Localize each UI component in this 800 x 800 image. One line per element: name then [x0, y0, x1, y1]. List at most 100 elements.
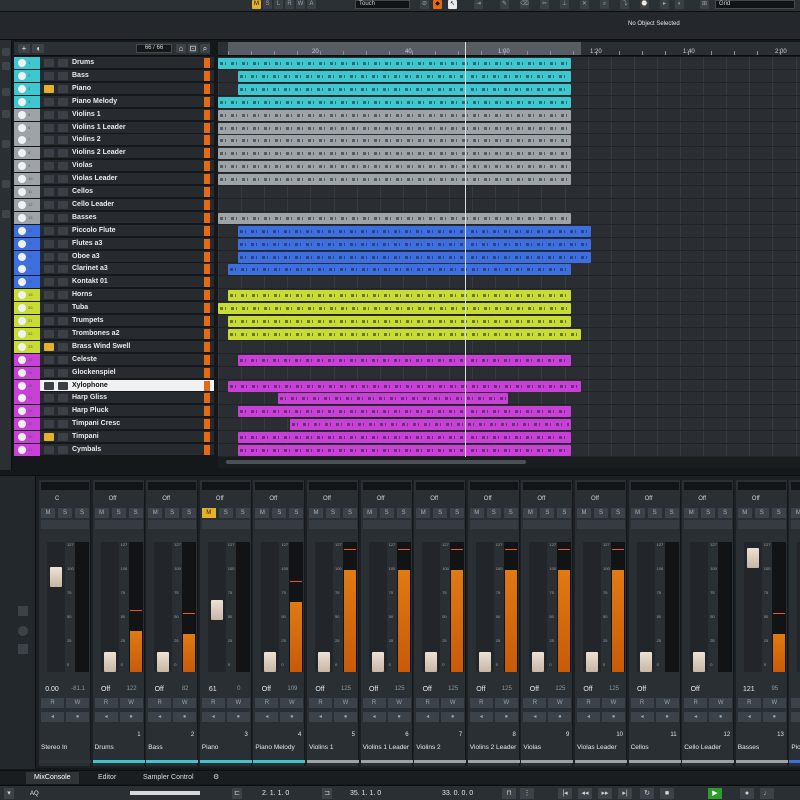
channel-name[interactable]: Violins 1 Leader	[361, 742, 413, 762]
channel-name[interactable]: Stereo In	[39, 742, 91, 762]
track-row[interactable]: 19 Horns	[14, 289, 214, 302]
solo-button[interactable]	[58, 433, 68, 442]
read-button[interactable]: R	[630, 698, 654, 708]
volume-value[interactable]: Off	[470, 686, 492, 693]
pan-value[interactable]: 125	[603, 686, 625, 692]
fader-track[interactable]	[207, 542, 226, 672]
write-button[interactable]: W	[709, 698, 733, 708]
mute-button[interactable]: M	[41, 508, 55, 518]
channel-input-slot[interactable]	[523, 482, 572, 490]
write-button[interactable]: W	[548, 698, 572, 708]
volume-value[interactable]: Off	[577, 686, 599, 693]
ruler[interactable]: 20401:001:201:402:00	[218, 42, 800, 56]
fader-track[interactable]	[100, 542, 119, 672]
eq-icon[interactable]	[2, 180, 10, 188]
volume-fader[interactable]	[210, 600, 223, 620]
solo-button[interactable]: S	[58, 508, 72, 518]
previous-icon[interactable]: ◂	[469, 712, 493, 722]
midi-part[interactable]	[290, 419, 571, 431]
pan-value[interactable]: 0	[228, 686, 250, 692]
midi-part[interactable]	[218, 148, 571, 160]
channel-input-slot[interactable]	[684, 482, 733, 490]
midi-part[interactable]	[218, 212, 571, 224]
mute-button[interactable]: M	[523, 508, 538, 518]
comp-tool-icon[interactable]: ⤵	[620, 0, 629, 9]
track-name[interactable]: Violas	[72, 162, 93, 169]
listen-button[interactable]: S	[557, 508, 572, 518]
record-enable-icon[interactable]: ●	[119, 712, 143, 722]
track-row[interactable]: 28 Harp Pluck	[14, 405, 214, 418]
write-button[interactable]: W	[173, 698, 197, 708]
fader-track[interactable]	[690, 542, 709, 672]
mute-button[interactable]: M	[148, 508, 163, 518]
solo-button[interactable]	[58, 110, 68, 119]
record-enable-icon[interactable]: ●	[66, 712, 89, 722]
monitor-icon[interactable]	[18, 252, 26, 261]
midi-part[interactable]	[238, 445, 571, 456]
constrain-icon[interactable]: ◆	[433, 0, 442, 9]
solo-button[interactable]	[58, 149, 68, 158]
channel-input-slot[interactable]	[148, 482, 197, 490]
channel-slot[interactable]	[791, 520, 800, 529]
mute-button[interactable]: M	[737, 508, 752, 518]
mode-button-m[interactable]: M	[252, 0, 261, 9]
volume-value[interactable]: Off	[363, 686, 385, 693]
track-name[interactable]: Celeste	[72, 356, 97, 363]
track-row[interactable]: 20 Tuba	[14, 302, 214, 315]
rewind-icon[interactable]: ◂◂	[578, 788, 592, 799]
mute-button[interactable]	[44, 200, 54, 209]
monitor-icon[interactable]	[18, 226, 26, 235]
track-row[interactable]: 4 Piano Melody	[14, 95, 214, 108]
solo-button[interactable]	[58, 239, 68, 248]
mute-button[interactable]	[44, 329, 54, 338]
fader-track[interactable]	[743, 542, 762, 672]
punch-icon[interactable]: ⊘	[420, 0, 429, 9]
track-row[interactable]: 30 Timpani	[14, 431, 214, 444]
mute-button[interactable]	[44, 110, 54, 119]
read-button[interactable]: R	[791, 698, 800, 708]
track-row[interactable]: 18 Kontakt 01	[14, 276, 214, 289]
midi-part[interactable]	[218, 161, 571, 173]
range-tool-icon[interactable]: ⇥	[474, 0, 483, 9]
monitor-icon[interactable]	[18, 329, 26, 338]
listen-button[interactable]: S	[182, 508, 197, 518]
object-select-tool-icon[interactable]: ↖	[448, 0, 457, 9]
mute-button[interactable]	[44, 213, 54, 222]
solo-button[interactable]	[58, 368, 68, 377]
solo-button[interactable]: S	[433, 508, 448, 518]
volume-fader[interactable]	[478, 652, 491, 672]
channel-name[interactable]: Violas	[521, 742, 573, 762]
midi-part[interactable]	[238, 70, 571, 82]
fader-track[interactable]	[47, 542, 65, 672]
pan-value[interactable]: 125	[335, 686, 357, 692]
record-enable-icon[interactable]: ●	[226, 712, 250, 722]
read-button[interactable]: R	[684, 698, 708, 708]
lock-icon[interactable]: ⊓	[502, 788, 516, 799]
solo-button[interactable]	[58, 278, 68, 287]
track-row[interactable]: 13 Basses	[14, 211, 214, 224]
volume-fader[interactable]	[639, 652, 652, 672]
write-button[interactable]: W	[655, 698, 679, 708]
mute-button[interactable]	[44, 368, 54, 377]
channel-name[interactable]: Piano Melody	[253, 742, 305, 762]
track-row[interactable]: 3 Piano	[14, 82, 214, 95]
record-icon[interactable]: ●	[740, 788, 754, 799]
mute-button[interactable]	[44, 226, 54, 235]
mute-button[interactable]: M	[577, 508, 591, 518]
channel-input-slot[interactable]	[737, 482, 786, 490]
solo-button[interactable]: S	[754, 508, 769, 518]
track-row[interactable]: 9 Violas	[14, 160, 214, 173]
track-row[interactable]: 25 Glockenspiel	[14, 366, 214, 379]
record-enable-icon[interactable]: ●	[602, 712, 625, 722]
track-row[interactable]: 27 Harp Gliss	[14, 392, 214, 405]
midi-part[interactable]	[238, 238, 591, 250]
zoom-tool-icon[interactable]: ⌕	[600, 0, 609, 9]
track-row[interactable]: 23 Brass Wind Swell	[14, 340, 214, 353]
track-row[interactable]: 22 Trombones a2	[14, 327, 214, 340]
left-locator[interactable]: 2. 1. 1. 0	[262, 789, 289, 799]
record-enable-icon[interactable]: ●	[762, 712, 786, 722]
channel-slot[interactable]	[362, 520, 411, 529]
mode-button-s[interactable]: S	[263, 0, 272, 9]
solo-button[interactable]	[58, 407, 68, 416]
write-button[interactable]: W	[387, 698, 411, 708]
